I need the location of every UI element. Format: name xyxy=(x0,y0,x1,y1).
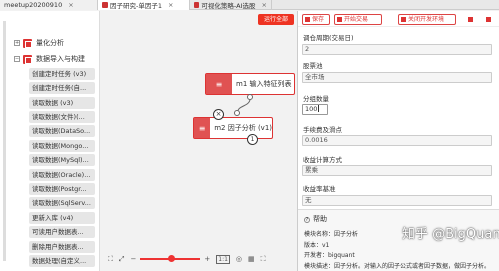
fit-screen-icon[interactable]: ⛶ xyxy=(108,255,113,264)
properties-panel: 保存 开始交易 关闭开发环境 调仓周期(交易日) 2 股票池 全市场 分组数量 … xyxy=(297,11,499,271)
grid-view-icon[interactable]: ▦ xyxy=(248,255,255,263)
sidebar-item[interactable]: 删除用户数据表... xyxy=(29,241,95,253)
notebook-icon xyxy=(102,2,108,8)
workflow-canvas[interactable]: 运行全部 ≡ m1 输入特征列表 ≡ m2 因子分析 (v1) × 1 ⛶ ⤢ … xyxy=(100,11,297,271)
node-m1-input-features[interactable]: ≡ m1 输入特征列表 xyxy=(205,73,295,95)
trade-icon xyxy=(337,17,342,22)
sidebar-item[interactable]: 数据处理(自定义... xyxy=(29,255,95,267)
sidebar-group-label: 量化分析 xyxy=(36,39,64,47)
sidebar-item[interactable]: 读取数据(Mongo... xyxy=(29,140,95,152)
close-icon xyxy=(401,17,406,22)
close-icon[interactable]: × xyxy=(168,1,173,9)
tab-visual-strategy[interactable]: 可视化策略-AI选股 × xyxy=(190,0,272,10)
input-port[interactable] xyxy=(234,110,240,116)
button-label: 开始交易 xyxy=(344,16,369,23)
text-cursor xyxy=(318,105,320,112)
node-label: m2 因子分析 (v1) xyxy=(214,124,272,132)
field-label: 收益计算方式 xyxy=(303,156,342,164)
tab-label: 可视化策略-AI选股 xyxy=(201,2,256,10)
input-list-icon: ≡ xyxy=(206,74,232,94)
button-label: 关闭开发环境 xyxy=(408,16,445,23)
sidebar-item[interactable]: 读取数据(Oracle)... xyxy=(29,169,95,181)
return-calc-method-select[interactable]: 累乘 xyxy=(302,165,492,176)
sidebar-item[interactable]: 读取数据(SqlServ... xyxy=(29,197,95,209)
help-line: 模块描述：因子分析。对输入的因子公式或者因子数据，做因子分析。 xyxy=(304,263,491,270)
sidebar-item[interactable]: 创建定时任务 (v3) xyxy=(29,68,95,80)
panel-toolbar: 保存 开始交易 关闭开发环境 xyxy=(298,11,499,27)
tab-label: meetup20200910 xyxy=(4,1,63,9)
rebalance-period-input[interactable]: 2 xyxy=(302,44,492,55)
output-port[interactable] xyxy=(247,94,253,100)
module-folder-icon xyxy=(23,38,32,48)
help-section: ? 帮助 模块名称：因子分析 版本：v1 开发者：bigquant 模块描述：因子… xyxy=(298,209,499,271)
help-icon: ? xyxy=(304,217,310,223)
expand-icon[interactable]: + xyxy=(14,40,20,46)
output-port-badge[interactable]: 1 xyxy=(247,134,258,145)
field-label: 股票池 xyxy=(303,62,323,70)
sidebar-item[interactable]: 读取数据(MySql)... xyxy=(29,154,95,166)
input-value: 100 xyxy=(305,105,318,113)
sidebar-item[interactable]: 读取数据(Postgr... xyxy=(29,183,95,195)
node-m2-factor-analysis[interactable]: ≡ m2 因子分析 (v1) xyxy=(193,117,273,139)
sidebar-item[interactable]: 更新入库 (v4) xyxy=(29,212,95,224)
save-button[interactable]: 保存 xyxy=(302,14,330,25)
notebook-icon xyxy=(194,2,200,8)
field-label: 收益率基准 xyxy=(303,185,336,193)
zoom-slider[interactable] xyxy=(140,255,201,262)
close-dev-env-button[interactable]: 关闭开发环境 xyxy=(398,14,456,25)
close-icon[interactable]: × xyxy=(262,1,267,9)
tab-factor-research[interactable]: 因子研究-单因子1 × xyxy=(98,0,190,10)
field-label: 分组数量 xyxy=(303,95,329,103)
zoom-toolbar: ⛶ ⤢ − + 1:1 ◎ ▦ ⛶ xyxy=(108,252,294,266)
stock-pool-select[interactable]: 全市场 xyxy=(302,72,492,83)
field-label: 调仓周期(交易日) xyxy=(303,34,354,42)
node-connection xyxy=(237,98,251,112)
node-label: m1 输入特征列表 xyxy=(236,80,292,88)
tab-label: 因子研究-单因子1 xyxy=(110,2,162,10)
sidebar-group-data-import[interactable]: − 数据导入与构建 xyxy=(14,54,85,64)
zoom-out-icon[interactable]: − xyxy=(131,255,137,263)
sidebar-item[interactable]: 读取数据 (v3) xyxy=(29,97,95,109)
module-sidebar: + 量化分析 − 数据导入与构建 创建定时任务 (v3) 创建定时任务(自...… xyxy=(0,11,100,271)
fullscreen-icon[interactable]: ⛶ xyxy=(261,255,266,264)
group-count-input[interactable]: 100 xyxy=(302,104,328,115)
sidebar-item[interactable]: 可读用户数据表... xyxy=(29,226,95,238)
watermark: 知乎 @BigQuant xyxy=(402,227,499,242)
sidebar-group-label: 数据导入与构建 xyxy=(36,55,85,63)
help-title: ? 帮助 xyxy=(304,214,327,224)
field-label: 手续费及滑点 xyxy=(303,126,342,134)
benchmark-select[interactable]: 无 xyxy=(302,195,492,206)
sidebar-item[interactable]: 读取数据(文件)(... xyxy=(29,111,95,123)
tab-bar: meetup20200910 × 因子研究-单因子1 × 可视化策略-AI选股 … xyxy=(0,0,499,10)
tab-meetup[interactable]: meetup20200910 × xyxy=(0,0,98,10)
close-icon[interactable]: × xyxy=(68,1,73,9)
start-trading-button[interactable]: 开始交易 xyxy=(334,14,382,25)
locate-icon[interactable]: ◎ xyxy=(236,255,242,263)
help-line: 开发者：bigquant xyxy=(304,252,355,259)
sidebar-group-quant-analysis[interactable]: + 量化分析 xyxy=(14,38,64,48)
commission-slippage-input[interactable]: 0.0016 xyxy=(302,135,492,146)
expand-icon[interactable]: ⤢ xyxy=(119,255,125,264)
sidebar-scrollbar[interactable] xyxy=(3,21,6,261)
stop-icon[interactable] xyxy=(468,17,473,22)
actual-size-button[interactable]: 1:1 xyxy=(216,254,230,264)
save-icon xyxy=(305,17,310,22)
button-label: 保存 xyxy=(312,16,325,23)
grid-icon: ≡ xyxy=(194,118,211,138)
module-folder-icon xyxy=(23,54,32,64)
sidebar-item[interactable]: 创建定时任务(自... xyxy=(29,82,95,94)
sidebar-item[interactable]: 读取数据(DataSo... xyxy=(29,125,95,137)
zoom-in-icon[interactable]: + xyxy=(204,255,210,263)
collapse-icon[interactable]: − xyxy=(14,56,20,62)
help-title-label: 帮助 xyxy=(313,215,327,223)
remove-connection-icon[interactable]: × xyxy=(213,109,224,120)
menu-icon[interactable] xyxy=(486,17,491,22)
